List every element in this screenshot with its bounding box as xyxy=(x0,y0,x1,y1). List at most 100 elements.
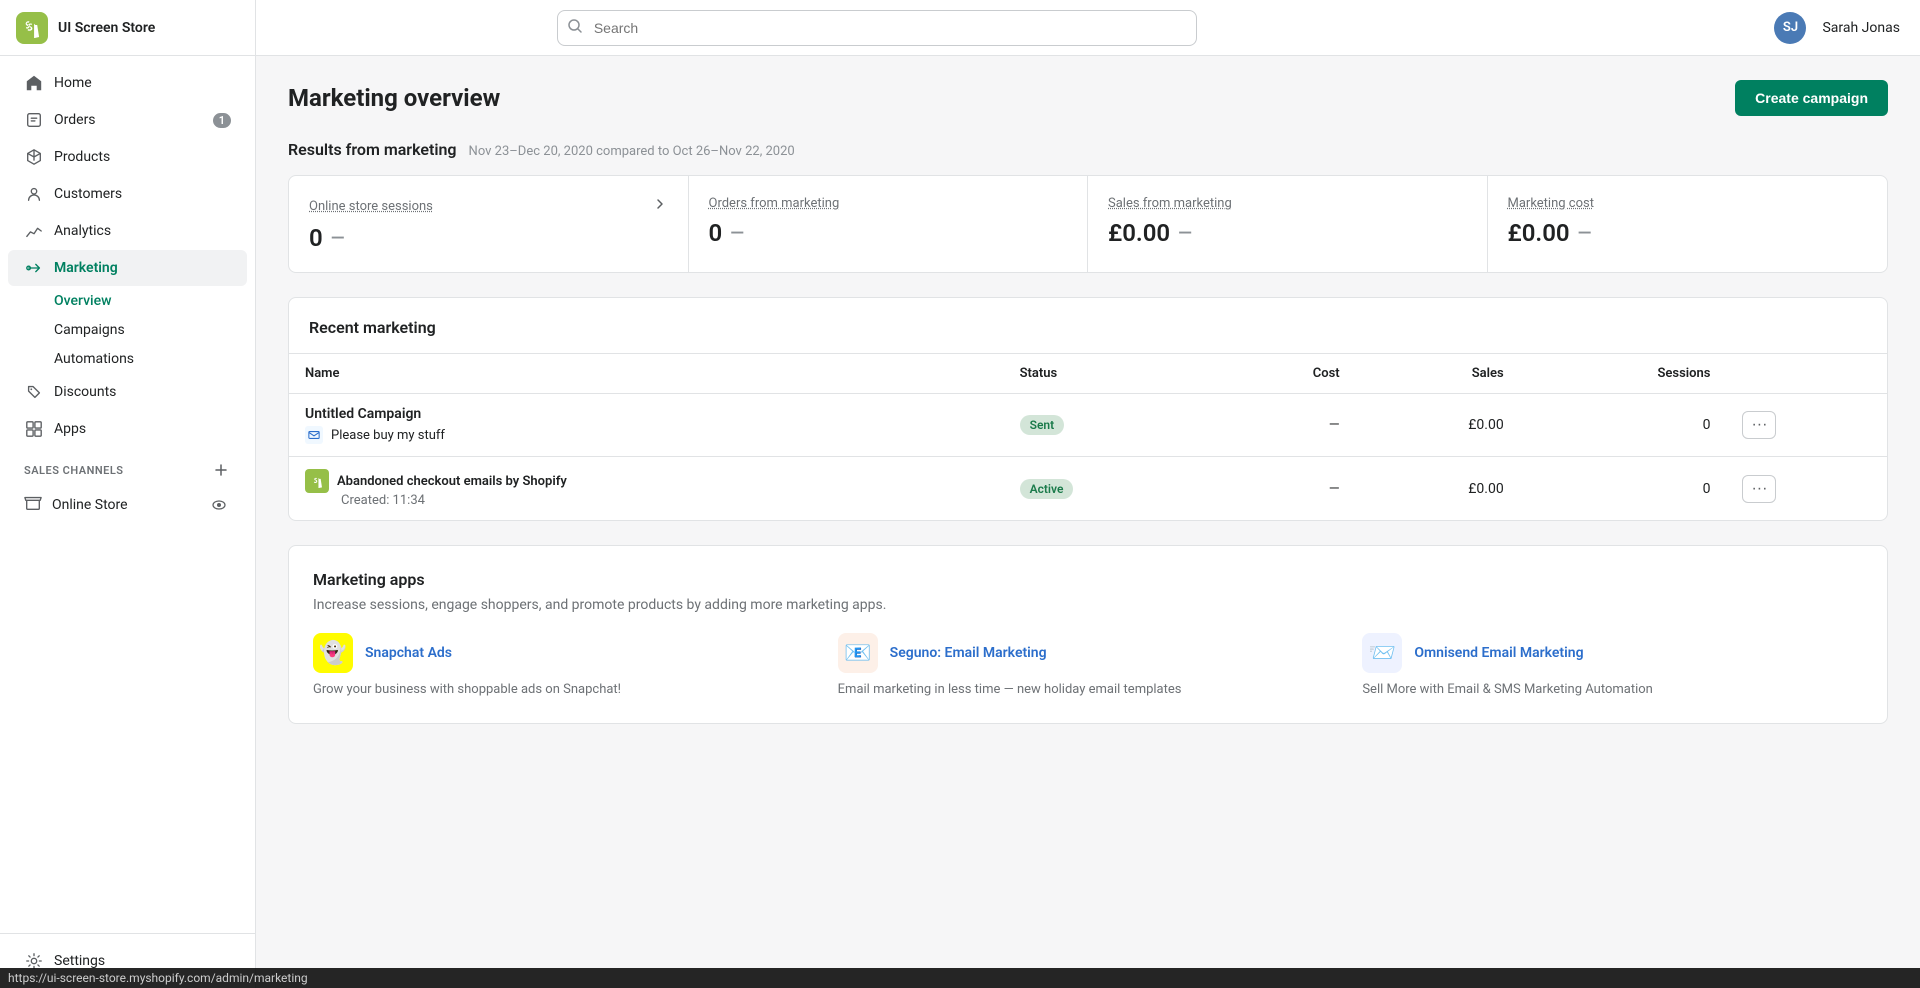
marketing-table: Name Status Cost Sales Sessions Untitled… xyxy=(289,354,1887,520)
campaign-more-button[interactable]: ··· xyxy=(1742,411,1776,439)
online-store-eye-button[interactable] xyxy=(207,493,231,517)
create-campaign-button[interactable]: Create campaign xyxy=(1735,80,1888,116)
automation-name-cell: Abandoned checkout emails by Shopify Cre… xyxy=(289,457,1004,521)
recent-marketing-card: Recent marketing Name Status Cost Sales … xyxy=(288,297,1888,521)
col-cost: Cost xyxy=(1212,354,1355,394)
app-card-header: 📨 Omnisend Email Marketing xyxy=(1362,633,1863,673)
settings-label: Settings xyxy=(54,953,231,969)
sidebar-item-label: Discounts xyxy=(54,384,231,400)
campaign-name: Untitled Campaign xyxy=(305,406,988,422)
sidebar-item-marketing[interactable]: Marketing xyxy=(8,250,247,286)
sidebar-item-analytics[interactable]: Analytics xyxy=(8,213,247,249)
metric-value-sessions: 0 — xyxy=(309,224,668,252)
metric-value-cost: £0.00 — xyxy=(1508,219,1868,247)
sidebar-item-home[interactable]: Home xyxy=(8,65,247,101)
sales-channels-header: SALES CHANNELS xyxy=(8,448,247,484)
automation-sub: Created: 11:34 xyxy=(305,493,988,508)
apps-section-title: Marketing apps xyxy=(313,570,1863,589)
snapchat-app-name[interactable]: Snapchat Ads xyxy=(365,645,452,661)
overview-label: Overview xyxy=(54,293,111,309)
search-icon xyxy=(567,18,583,38)
table-row: Untitled Campaign Please buy my stuff Se… xyxy=(289,394,1887,457)
metric-title-orders: Orders from marketing xyxy=(709,196,1068,211)
shopify-icon xyxy=(305,469,329,493)
online-store-label: Online Store xyxy=(52,497,128,513)
app-card-omnisend: 📨 Omnisend Email Marketing Sell More wit… xyxy=(1362,633,1863,699)
topbar: SJ Sarah Jonas xyxy=(256,0,1920,56)
status-badge: Sent xyxy=(1020,415,1065,435)
apps-icon xyxy=(24,419,44,439)
sidebar-item-label: Home xyxy=(54,75,231,91)
automation-actions-cell: ··· xyxy=(1726,457,1887,521)
results-header: Results from marketing Nov 23–Dec 20, 20… xyxy=(288,140,1888,159)
page-header: Marketing overview Create campaign xyxy=(288,80,1888,116)
omnisend-app-desc: Sell More with Email & SMS Marketing Aut… xyxy=(1362,681,1863,699)
automation-status-cell: Active xyxy=(1004,457,1213,521)
seguno-app-icon: 📧 xyxy=(838,633,878,673)
page-content: Marketing overview Create campaign Resul… xyxy=(256,56,1920,988)
recent-marketing-title: Recent marketing xyxy=(289,298,1887,354)
sidebar-item-label: Analytics xyxy=(54,223,231,239)
col-sales: Sales xyxy=(1356,354,1520,394)
campaign-actions-cell: ··· xyxy=(1726,394,1887,457)
status-badge: Active xyxy=(1020,479,1074,499)
apps-section-description: Increase sessions, engage shoppers, and … xyxy=(313,597,1863,613)
sidebar-item-overview[interactable]: Overview xyxy=(8,287,247,315)
metric-value-orders: 0 — xyxy=(709,219,1068,247)
automation-sessions-cell: 0 xyxy=(1520,457,1727,521)
marketing-apps-section: Marketing apps Increase sessions, engage… xyxy=(288,545,1888,724)
automation-more-button[interactable]: ··· xyxy=(1742,475,1776,503)
sidebar-item-campaigns[interactable]: Campaigns xyxy=(8,316,247,344)
search-bar xyxy=(557,10,1197,46)
sidebar-item-label: Marketing xyxy=(54,260,231,276)
sidebar-item-online-store[interactable]: Online Store xyxy=(8,485,247,525)
page-title: Marketing overview xyxy=(288,84,500,112)
col-actions xyxy=(1726,354,1887,394)
automations-label: Automations xyxy=(54,351,134,367)
metric-card-cost: Marketing cost £0.00 — xyxy=(1488,176,1888,272)
add-channel-button[interactable] xyxy=(211,460,231,480)
sidebar-item-label: Customers xyxy=(54,186,231,202)
sidebar-item-label: Products xyxy=(54,149,231,165)
customers-icon xyxy=(24,184,44,204)
marketing-icon xyxy=(24,258,44,278)
sidebar-item-automations[interactable]: Automations xyxy=(8,345,247,373)
sidebar-item-customers[interactable]: Customers xyxy=(8,176,247,212)
metric-title-sales: Sales from marketing xyxy=(1108,196,1467,211)
campaign-sub-label: Please buy my stuff xyxy=(331,428,445,443)
automation-sub-label: Created: 11:34 xyxy=(341,493,425,508)
search-input[interactable] xyxy=(557,10,1197,46)
sidebar-item-discounts[interactable]: Discounts xyxy=(8,374,247,410)
shopify-logo xyxy=(16,12,48,44)
campaign-name-cell: Untitled Campaign Please buy my stuff xyxy=(289,394,1004,457)
campaigns-label: Campaigns xyxy=(54,322,125,338)
omnisend-app-name[interactable]: Omnisend Email Marketing xyxy=(1414,645,1583,661)
discounts-icon xyxy=(24,382,44,402)
metric-card-orders: Orders from marketing 0 — xyxy=(689,176,1089,272)
metric-card-sales: Sales from marketing £0.00 — xyxy=(1088,176,1488,272)
omnisend-app-icon: 📨 xyxy=(1362,633,1402,673)
snapchat-app-desc: Grow your business with shoppable ads on… xyxy=(313,681,814,699)
sidebar-item-label: Apps xyxy=(54,421,231,437)
sidebar-item-orders[interactable]: Orders 1 xyxy=(8,102,247,138)
chevron-right-icon[interactable] xyxy=(652,196,668,216)
user-name[interactable]: Sarah Jonas xyxy=(1822,20,1899,36)
app-card-header: 👻 Snapchat Ads xyxy=(313,633,814,673)
store-name: UI Screen Store xyxy=(58,20,155,36)
orders-icon xyxy=(24,110,44,130)
sidebar-item-label: Orders xyxy=(54,112,203,128)
col-name: Name xyxy=(289,354,1004,394)
analytics-icon xyxy=(24,221,44,241)
metric-title-cost: Marketing cost xyxy=(1508,196,1868,211)
snapchat-app-icon: 👻 xyxy=(313,633,353,673)
app-card-seguno: 📧 Seguno: Email Marketing Email marketin… xyxy=(838,633,1339,699)
campaign-sales-cell: £0.00 xyxy=(1356,394,1520,457)
automation-name: Abandoned checkout emails by Shopify xyxy=(337,474,567,489)
sidebar-item-products[interactable]: Products xyxy=(8,139,247,175)
avatar[interactable]: SJ xyxy=(1774,12,1806,44)
automation-sales-cell: £0.00 xyxy=(1356,457,1520,521)
sidebar-item-apps[interactable]: Apps xyxy=(8,411,247,447)
metric-cards: Online store sessions 0 — Orders from ma… xyxy=(288,175,1888,273)
seguno-app-name[interactable]: Seguno: Email Marketing xyxy=(890,645,1047,661)
campaign-sub: Please buy my stuff xyxy=(305,426,988,444)
